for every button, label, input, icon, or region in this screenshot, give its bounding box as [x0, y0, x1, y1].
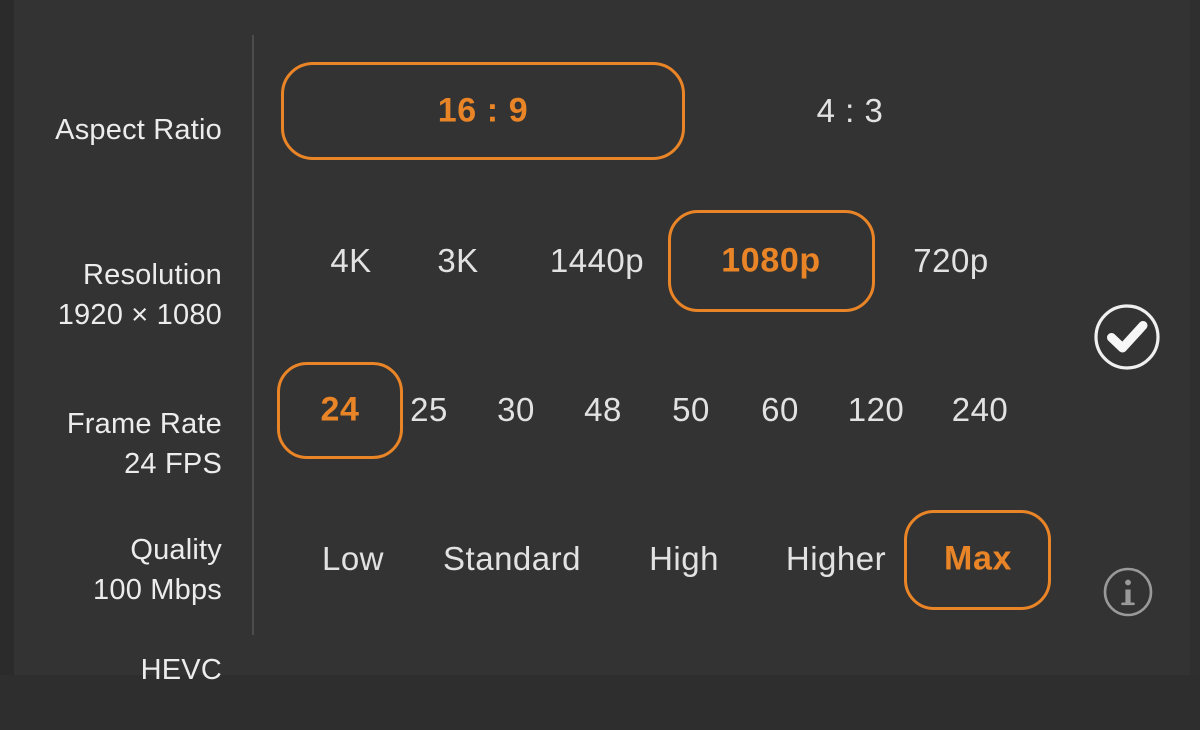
info-button[interactable]	[1102, 566, 1154, 618]
frame-rate-option-48[interactable]: 48	[584, 391, 622, 429]
quality-option-max[interactable]: Max	[944, 540, 1012, 579]
quality-label-title: Quality	[130, 534, 222, 566]
quality-label: Quality 100 Mbps HEVC	[0, 490, 222, 730]
info-circle-icon	[1103, 567, 1153, 617]
resolution-option-1440p[interactable]: 1440p	[550, 242, 644, 280]
frame-rate-label-value: 24 FPS	[124, 448, 222, 480]
resolution-label-value: 1920 × 1080	[57, 299, 222, 331]
frame-rate-option-60[interactable]: 60	[761, 391, 799, 429]
check-circle-icon	[1094, 304, 1160, 370]
setting-row-aspect-ratio: Aspect Ratio 16 : 9 4 : 3	[0, 38, 1200, 184]
video-settings-screen: Aspect Ratio 16 : 9 4 : 3 Resolution 192…	[0, 0, 1200, 686]
quality-option-high[interactable]: High	[649, 540, 719, 578]
frame-rate-option-24[interactable]: 24	[320, 391, 359, 430]
frame-rate-option-25[interactable]: 25	[410, 391, 448, 429]
frame-rate-option-120[interactable]: 120	[848, 391, 905, 429]
resolution-label: Resolution 1920 × 1080	[0, 215, 222, 375]
aspect-ratio-option-16-9[interactable]: 16 : 9	[438, 92, 529, 131]
frame-rate-label-title: Frame Rate	[66, 408, 222, 440]
confirm-button[interactable]	[1093, 303, 1161, 371]
quality-option-standard[interactable]: Standard	[443, 540, 581, 578]
quality-option-higher[interactable]: Higher	[786, 540, 886, 578]
aspect-ratio-label: Aspect Ratio	[0, 70, 222, 150]
setting-row-resolution: Resolution 1920 × 1080 4K 3K 1440p 1080p…	[0, 190, 1200, 331]
aspect-ratio-option-4-3[interactable]: 4 : 3	[817, 92, 884, 130]
frame-rate-option-50[interactable]: 50	[672, 391, 710, 429]
resolution-label-title: Resolution	[82, 259, 222, 291]
resolution-option-1080p[interactable]: 1080p	[721, 242, 820, 281]
frame-rate-option-30[interactable]: 30	[497, 391, 535, 429]
quality-label-bitrate: 100 Mbps	[93, 574, 222, 606]
aspect-ratio-label-title: Aspect Ratio	[55, 114, 222, 146]
resolution-option-3k[interactable]: 3K	[437, 242, 478, 280]
frame-rate-option-240[interactable]: 240	[952, 391, 1009, 429]
quality-option-low[interactable]: Low	[322, 540, 384, 578]
quality-label-codec: HEVC	[140, 654, 222, 686]
resolution-option-720p[interactable]: 720p	[913, 242, 988, 280]
resolution-option-4k[interactable]: 4K	[330, 242, 371, 280]
setting-row-frame-rate: Frame Rate 24 FPS 24 25 30 48 50 60 120 …	[0, 355, 1200, 480]
setting-row-quality: Quality 100 Mbps HEVC Low Standard High …	[0, 492, 1200, 686]
